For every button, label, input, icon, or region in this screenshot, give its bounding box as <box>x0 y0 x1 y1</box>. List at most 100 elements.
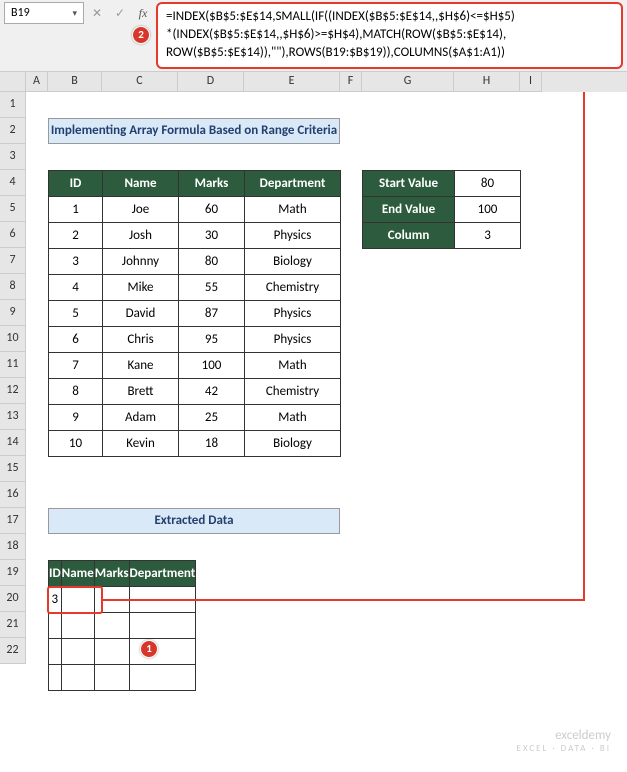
cell-id[interactable]: 9 <box>49 404 103 430</box>
cell-dept[interactable]: Physics <box>245 222 341 248</box>
th-dept: Department <box>245 170 341 196</box>
cell-dept[interactable]: Math <box>245 404 341 430</box>
table-row: 8Brett42Chemistry <box>49 378 341 404</box>
cell-id[interactable]: 10 <box>49 430 103 456</box>
row-header[interactable]: 11 <box>0 352 26 378</box>
row-header[interactable]: 18 <box>0 534 26 560</box>
table-row: 6Chris95Physics <box>49 326 341 352</box>
col-header[interactable]: B <box>48 72 102 92</box>
cell-id[interactable]: 2 <box>49 222 103 248</box>
cell-id[interactable]: 7 <box>49 352 103 378</box>
row-header[interactable]: 10 <box>0 326 26 352</box>
name-box-value: B19 <box>11 6 30 20</box>
cell-name[interactable]: Mike <box>103 274 179 300</box>
fx-icon[interactable]: fx <box>133 2 153 24</box>
name-box[interactable]: B19 ▾ <box>4 2 84 24</box>
cell-marks[interactable]: 30 <box>179 222 245 248</box>
cell-name[interactable]: Chris <box>103 326 179 352</box>
row-header[interactable]: 19 <box>0 560 26 586</box>
cell-name[interactable]: Adam <box>103 404 179 430</box>
select-all-corner[interactable] <box>0 72 26 92</box>
data-table: ID Name Marks Department 1Joe60Math2Josh… <box>48 170 341 457</box>
chevron-down-icon[interactable]: ▾ <box>72 8 77 19</box>
cell-dept[interactable]: Math <box>245 352 341 378</box>
criteria-label: Column <box>363 222 455 248</box>
th-id: ID <box>49 560 62 586</box>
cell-name[interactable]: Joe <box>103 196 179 222</box>
col-header[interactable]: C <box>102 72 178 92</box>
cell-dept[interactable]: Physics <box>245 300 341 326</box>
cell-marks[interactable]: 18 <box>179 430 245 456</box>
spreadsheet-grid[interactable]: A B C D E F G H I 1234567891011121314151… <box>0 72 627 664</box>
col-header[interactable]: G <box>362 72 454 92</box>
cell-id[interactable]: 3 <box>49 248 103 274</box>
cell-marks[interactable]: 80 <box>179 248 245 274</box>
criteria-label: Start Value <box>363 170 455 196</box>
formula-bar[interactable]: 2 =INDEX($B$5:$E$14,SMALL(IF((INDEX($B$5… <box>156 2 623 69</box>
row-header[interactable]: 5 <box>0 196 26 222</box>
row-header[interactable]: 14 <box>0 430 26 456</box>
cell-dept[interactable]: Physics <box>245 326 341 352</box>
row-header[interactable]: 22 <box>0 638 26 664</box>
cell-marks[interactable]: 100 <box>179 352 245 378</box>
row-header[interactable]: 21 <box>0 612 26 638</box>
cell-marks[interactable]: 42 <box>179 378 245 404</box>
table-row: 7Kane100Math <box>49 352 341 378</box>
cell-name[interactable]: Kevin <box>103 430 179 456</box>
cell-id[interactable]: 4 <box>49 274 103 300</box>
cell-marks[interactable]: 87 <box>179 300 245 326</box>
col-header[interactable]: A <box>26 72 48 92</box>
table-row: 5David87Physics <box>49 300 341 326</box>
row-header[interactable]: 20 <box>0 586 26 612</box>
row-header[interactable]: 9 <box>0 300 26 326</box>
row-header[interactable]: 4 <box>0 170 26 196</box>
cell-marks[interactable]: 55 <box>179 274 245 300</box>
criteria-value[interactable]: 3 <box>455 222 521 248</box>
row-header[interactable]: 7 <box>0 248 26 274</box>
cell-name[interactable]: Kane <box>103 352 179 378</box>
cell-dept[interactable]: Math <box>245 196 341 222</box>
cell-id[interactable]: 8 <box>49 378 103 404</box>
cell-marks[interactable]: 60 <box>179 196 245 222</box>
cell-dept[interactable]: Chemistry <box>245 274 341 300</box>
row-header[interactable]: 1 <box>0 92 26 118</box>
row-header[interactable]: 3 <box>0 144 26 170</box>
row-header[interactable]: 15 <box>0 456 26 482</box>
cell-name[interactable]: David <box>103 300 179 326</box>
cancel-icon: ✕ <box>87 2 107 24</box>
watermark: exceldemy EXCEL · DATA · BI <box>517 728 611 754</box>
cell-dept[interactable]: Biology <box>245 248 341 274</box>
cell-name[interactable]: Johnny <box>103 248 179 274</box>
col-header[interactable]: H <box>454 72 520 92</box>
th-name: Name <box>103 170 179 196</box>
col-header[interactable]: I <box>520 72 542 92</box>
table-row: 9Adam25Math <box>49 404 341 430</box>
cell-marks[interactable]: 95 <box>179 326 245 352</box>
col-header[interactable]: D <box>178 72 244 92</box>
table-row <box>49 638 196 664</box>
row-header[interactable]: 8 <box>0 274 26 300</box>
col-header[interactable]: E <box>244 72 340 92</box>
cell-dept[interactable]: Biology <box>245 430 341 456</box>
th-marks: Marks <box>94 560 129 586</box>
criteria-value[interactable]: 80 <box>455 170 521 196</box>
row-header[interactable]: 17 <box>0 508 26 534</box>
cell-id[interactable]: 5 <box>49 300 103 326</box>
table-row: 2Josh30Physics <box>49 222 341 248</box>
row-header[interactable]: 13 <box>0 404 26 430</box>
cell-id[interactable]: 1 <box>49 196 103 222</box>
cell-name[interactable]: Brett <box>103 378 179 404</box>
cell-dept[interactable]: Chemistry <box>245 378 341 404</box>
row-header[interactable]: 12 <box>0 378 26 404</box>
criteria-table: Start Value 80 End Value 100 Column 3 <box>362 170 521 249</box>
col-header[interactable]: F <box>340 72 362 92</box>
row-header[interactable]: 2 <box>0 118 26 144</box>
row-header[interactable]: 6 <box>0 222 26 248</box>
cell-id[interactable]: 6 <box>49 326 103 352</box>
cell-marks[interactable]: 25 <box>179 404 245 430</box>
th-name: Name <box>61 560 94 586</box>
table-row: 4Mike55Chemistry <box>49 274 341 300</box>
row-header[interactable]: 16 <box>0 482 26 508</box>
criteria-value[interactable]: 100 <box>455 196 521 222</box>
cell-name[interactable]: Josh <box>103 222 179 248</box>
